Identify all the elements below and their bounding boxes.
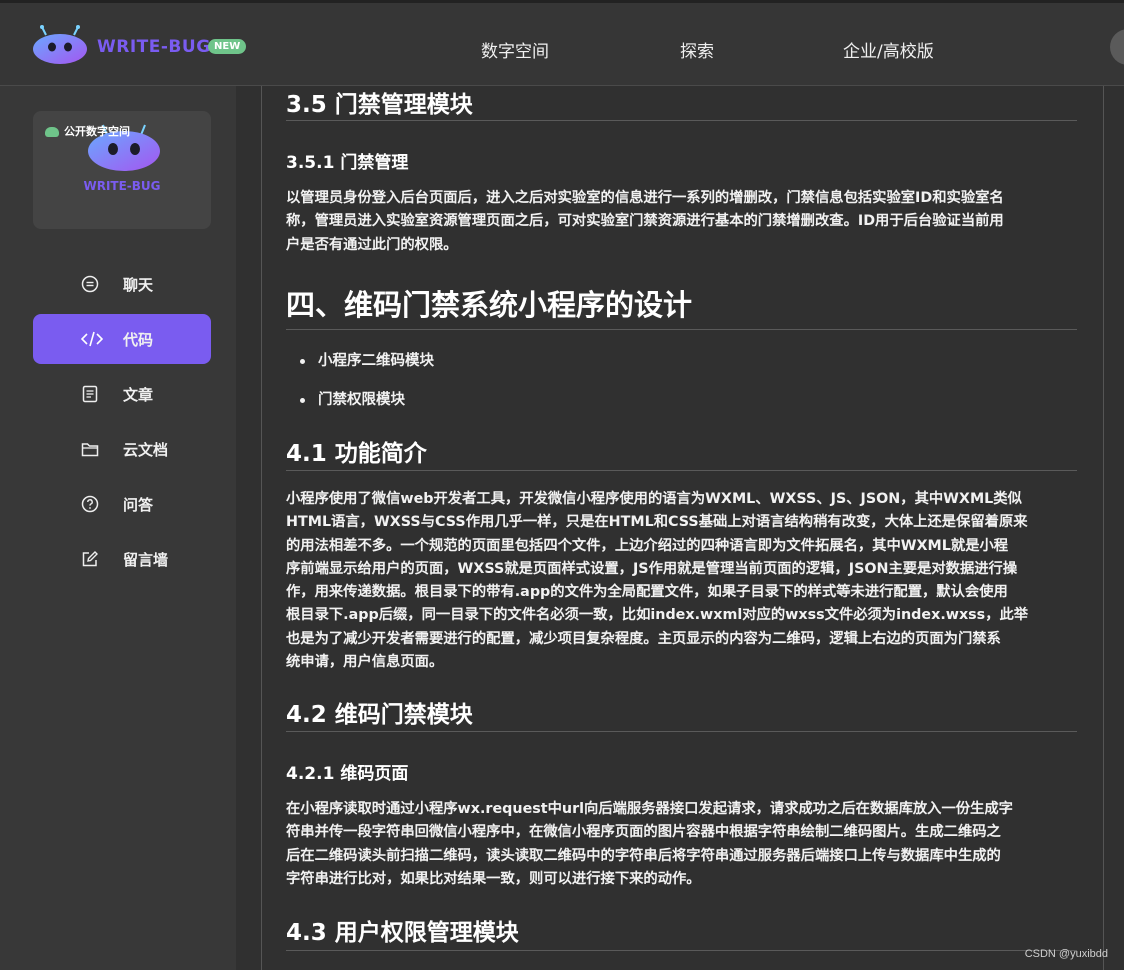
divider [286, 731, 1077, 732]
public-space-label: 公开数字空间 [64, 125, 130, 138]
heading-4-2: 4.2 维码门禁模块 [286, 702, 473, 728]
paragraph-line: 的用法相差不多。一个规范的页面里包括四个文件，上边介绍过的四种语言即为文件拓展名… [286, 537, 1009, 554]
paragraph-line: 符串并传一段字符串回微信小程序中，在微信小程序页面的图片容器中根据字符串绘制二维… [286, 824, 1001, 841]
list-item: 小程序二维码模块 [286, 349, 1077, 370]
nav-enterprise[interactable]: 企业/高校版 [843, 37, 934, 62]
paragraph-line: 作，用来传递数据。根目录下的带有.app的文件为全局配置文件，如果子目录下的样式… [286, 584, 1008, 601]
top-navigation-bar: WRITE-BUG NEW 数字空间 探索 企业/高校版 [0, 0, 1124, 86]
watermark: CSDN @yuxibdd [1024, 948, 1108, 960]
heading-3-5-1: 3.5.1 门禁管理 [286, 153, 409, 173]
sidebar-item-label: 聊天 [123, 275, 154, 294]
question-icon [81, 495, 99, 513]
paragraph-line: 小程序使用了微信web开发者工具，开发微信小程序使用的语言为WXML、WXSS、… [286, 491, 1022, 507]
folder-icon [81, 443, 99, 457]
robot-small-icon [45, 127, 59, 137]
divider [286, 470, 1077, 471]
paragraph-4-2-1: 在小程序读取时通过小程序wx.request中url向后端服务器接口发起请求，请… [286, 798, 1077, 891]
divider [286, 329, 1077, 330]
new-badge: NEW [208, 39, 247, 54]
paragraph-line: 字符串进行比对，如果比对结果一致，则可以进行接下来的动作。 [286, 870, 701, 887]
edit-icon [82, 551, 98, 567]
paragraph-line: HTML语言，WXSS与CSS作用几乎一样，只是在HTML和CSS基础上对语言结… [286, 514, 1028, 531]
sidebar-item-chat[interactable]: 聊天 [33, 259, 211, 309]
paragraph-line: 称，管理员进入实验室资源管理页面之后，可对实验室门禁资源进行基本的门禁增删改查。… [286, 213, 1004, 230]
sidebar-item-label: 代码 [123, 330, 154, 349]
paragraph-4-1: 小程序使用了微信web开发者工具，开发微信小程序使用的语言为WXML、WXSS、… [286, 488, 1077, 674]
sidebar-item-label: 文章 [123, 385, 154, 404]
article-icon [82, 385, 98, 403]
paragraph-line: 序前端显示给用户的页面，WXSS就是页面样式设置，JS作用就是管理当前页面的逻辑… [286, 560, 1018, 577]
paragraph-line: 户是否有通过此门的权限。 [286, 236, 458, 253]
list-item: 门禁权限模块 [286, 388, 1077, 409]
chat-icon [81, 275, 99, 293]
heading-4-3: 4.3 用户权限管理模块 [286, 920, 519, 946]
sidebar-item-label: 问答 [123, 495, 154, 514]
divider [286, 950, 1077, 951]
nav-digital-space[interactable]: 数字空间 [481, 37, 549, 62]
sidebar-item-cloud-docs[interactable]: 云文档 [33, 424, 211, 474]
paragraph-line: 统申请，用户信息页面。 [286, 654, 444, 671]
heading-4-2-1: 4.2.1 维码页面 [286, 764, 409, 784]
paragraph-line: 也是为了减少开发者需要进行的配置，减少项目复杂程度。主页显示的内容为二维码，逻辑… [286, 630, 1001, 647]
brand-name[interactable]: WRITE-BUG [97, 37, 211, 57]
write-bug-logo-icon[interactable] [32, 25, 88, 65]
sidebar-item-code[interactable]: 代码 [33, 314, 211, 364]
paragraph-line: 在小程序读取时通过小程序wx.request中url向后端服务器接口发起请求，请… [286, 801, 1013, 817]
article-content: 3.5 门禁管理模块 3.5.1 门禁管理 以管理员身份登入后台页面后，进入之后… [261, 86, 1104, 970]
paragraph-3-5-1: 以管理员身份登入后台页面后，进入之后对实验室的信息进行一系列的增删改，门禁信息包… [286, 187, 1077, 257]
digital-space-card[interactable]: 公开数字空间 WRITE-BUG [33, 111, 211, 229]
sidebar-item-article[interactable]: 文章 [33, 369, 211, 419]
paragraph-line: 以管理员身份登入后台页面后，进入之后对实验室的信息进行一系列的增删改，门禁信息包… [286, 190, 1004, 206]
avatar[interactable] [1110, 29, 1124, 65]
heading-4: 四、维码门禁系统小程序的设计 [286, 288, 693, 322]
left-sidebar: 公开数字空间 WRITE-BUG 聊天 代码 文章 云文档 问答 留言墙 [0, 86, 236, 970]
card-brand-name: WRITE-BUG [83, 179, 161, 193]
nav-explore[interactable]: 探索 [680, 37, 714, 62]
paragraph-line: 后在二维码读头前扫描二维码，读头读取二维码中的字符串后将字符串通过服务器后端接口… [286, 847, 1001, 864]
paragraph-line: 根目录下.app后缀，同一目录下的文件名必须一致，比如index.wxml对应的… [286, 607, 1029, 624]
sidebar-item-label: 云文档 [123, 440, 169, 459]
sidebar-item-qa[interactable]: 问答 [33, 479, 211, 529]
sidebar-item-message-wall[interactable]: 留言墙 [33, 534, 211, 584]
divider [286, 120, 1077, 121]
code-icon [81, 331, 103, 347]
public-space-tag: 公开数字空间 [45, 123, 130, 139]
sidebar-item-label: 留言墙 [123, 550, 169, 569]
heading-4-1: 4.1 功能简介 [286, 441, 427, 467]
heading-3-5: 3.5 门禁管理模块 [286, 92, 473, 118]
